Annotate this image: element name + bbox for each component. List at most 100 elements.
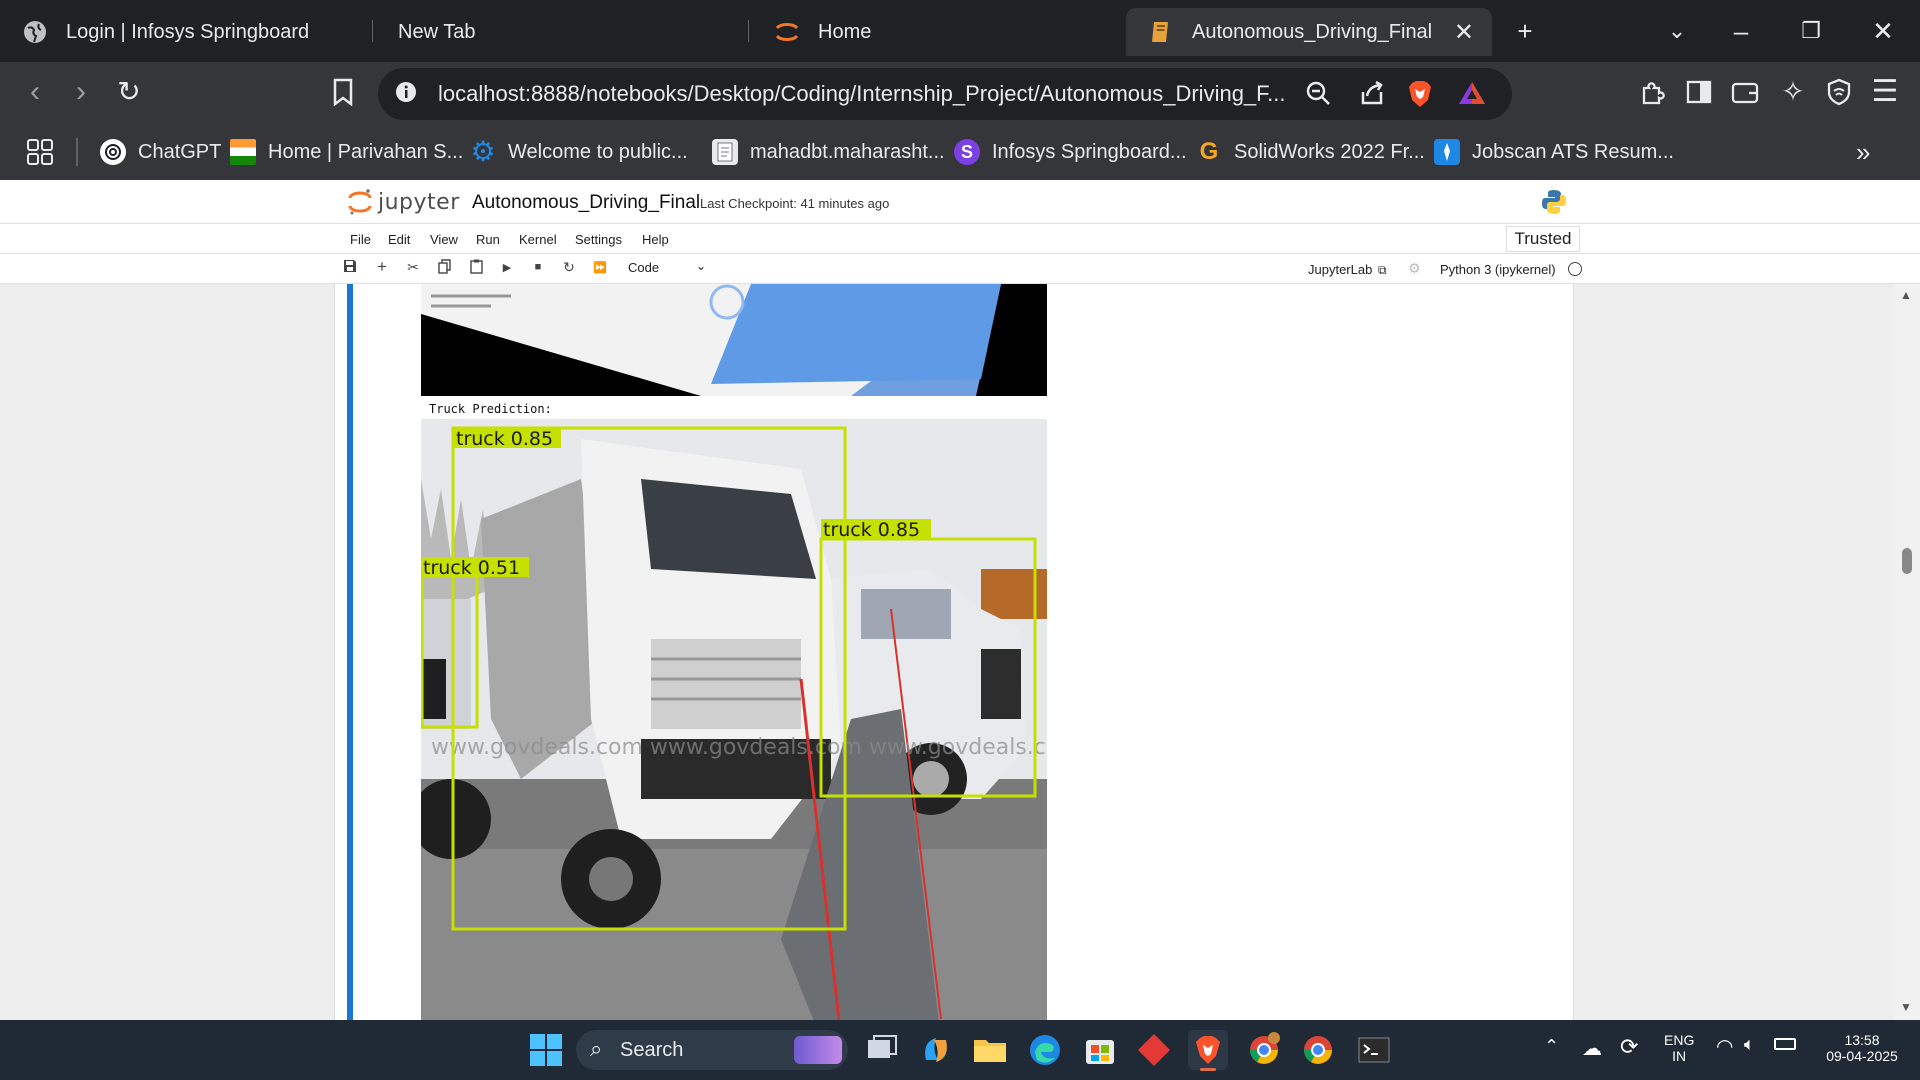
save-icon[interactable]: [340, 259, 360, 276]
language-indicator[interactable]: ENG IN: [1664, 1032, 1694, 1064]
tab-login-springboard[interactable]: Login | Infosys Springboard: [0, 8, 370, 56]
extensions-icon[interactable]: [1632, 72, 1674, 114]
stop-icon[interactable]: ■: [528, 261, 548, 273]
menu-kernel[interactable]: Kernel: [519, 232, 557, 247]
menu-run[interactable]: Run: [476, 232, 500, 247]
bookmark-solidworks[interactable]: G SolidWorks 2022 Fr...: [1196, 138, 1425, 166]
cut-icon[interactable]: ✂: [403, 259, 423, 276]
close-icon[interactable]: ✕: [1454, 18, 1474, 47]
bookmark-label: Infosys Springboard...: [992, 140, 1187, 163]
windows-taskbar: ⌕ Search ⌃ ☁ ⟳ ENG IN ◠ 🔈︎ 13:58 09-04-2…: [0, 1020, 1920, 1080]
bookmark-jobscan[interactable]: Jobscan ATS Resum...: [1434, 138, 1674, 166]
zoom-icon[interactable]: [1304, 80, 1332, 108]
chevron-down-icon[interactable]: ⌄: [696, 259, 706, 273]
menu-view[interactable]: View: [430, 232, 458, 247]
tab-new-tab[interactable]: New Tab: [376, 8, 746, 56]
notebook-area: Truck Prediction: www.govdeals.com www.g…: [0, 284, 1920, 1020]
task-view-icon[interactable]: [862, 1030, 902, 1070]
restore-icon[interactable]: ❐: [1788, 10, 1834, 52]
vpn-icon[interactable]: [1818, 72, 1860, 114]
tray-overflow-icon[interactable]: ⌃: [1544, 1036, 1559, 1057]
sync-icon[interactable]: ⟳: [1620, 1034, 1638, 1060]
menu-edit[interactable]: Edit: [388, 232, 410, 247]
notebook-title[interactable]: Autonomous_Driving_Final: [472, 192, 700, 214]
restart-icon[interactable]: ↻: [559, 259, 579, 276]
windows-start-icon[interactable]: [526, 1030, 566, 1070]
minimize-icon[interactable]: –: [1718, 10, 1764, 52]
reload-icon[interactable]: ↻: [108, 72, 150, 114]
trusted-indicator[interactable]: Trusted: [1506, 226, 1580, 252]
bookmark-label: mahadbt.maharasht...: [750, 140, 945, 163]
address-bar[interactable]: localhost:8888/notebooks/Desktop/Coding/…: [378, 68, 1512, 120]
checkpoint-status: Last Checkpoint: 41 minutes ago: [700, 196, 890, 211]
cell-type-select[interactable]: Code: [628, 260, 659, 275]
brave-rewards-icon[interactable]: [1458, 80, 1486, 108]
sidebar-icon[interactable]: [1678, 72, 1720, 114]
bookmark-parivahan[interactable]: Home | Parivahan S...: [230, 138, 463, 166]
clock[interactable]: 13:58 09-04-2025: [1812, 1032, 1912, 1064]
svg-text:www.govdeals.com www.govdeals.: www.govdeals.com www.govdeals.com www.go…: [431, 735, 1047, 760]
bookmark-chatgpt[interactable]: ChatGPT: [100, 138, 221, 166]
close-window-icon[interactable]: ✕: [1860, 10, 1906, 52]
more-bookmarks-icon[interactable]: »: [1856, 137, 1870, 167]
bookmark-public[interactable]: ⚙ Welcome to public...: [470, 138, 687, 166]
chrome-icon[interactable]: [1298, 1030, 1338, 1070]
run-icon[interactable]: ▶: [497, 261, 517, 274]
jupyter-logo[interactable]: jupyter: [348, 188, 460, 216]
file-explorer-icon[interactable]: [970, 1030, 1010, 1070]
onedrive-icon[interactable]: ☁: [1582, 1036, 1602, 1061]
brave-browser-icon[interactable]: [1188, 1030, 1228, 1071]
chrome-profile-icon[interactable]: [1244, 1030, 1284, 1070]
volume-icon[interactable]: 🔈︎: [1744, 1034, 1755, 1055]
kernel-name[interactable]: Python 3 (ipykernel): [1440, 262, 1556, 277]
microsoft-store-icon[interactable]: [1080, 1030, 1120, 1070]
taskbar-search[interactable]: ⌕ Search: [576, 1030, 848, 1070]
tab-autonomous-driving[interactable]: Autonomous_Driving_Final ✕: [1126, 8, 1492, 56]
scroll-down-icon[interactable]: ▼: [1900, 1000, 1912, 1014]
python-logo-icon: [1540, 188, 1568, 221]
wallet-icon[interactable]: [1724, 72, 1766, 114]
new-tab-icon[interactable]: +: [1502, 10, 1548, 52]
settings-gear-icon[interactable]: ⚙: [1408, 260, 1421, 277]
bookmark-divider: [76, 138, 78, 166]
search-icon: ⌕: [590, 1036, 603, 1061]
forward-icon[interactable]: ›: [60, 72, 102, 114]
jupyterlab-link[interactable]: JupyterLab ⧉: [1308, 262, 1387, 278]
red-diamond-app-icon[interactable]: [1134, 1030, 1174, 1070]
battery-icon[interactable]: [1774, 1038, 1796, 1050]
menu-settings[interactable]: Settings: [575, 232, 622, 247]
bookmarks-bar: ChatGPT Home | Parivahan S... ⚙ Welcome …: [0, 124, 1920, 180]
g-icon: G: [1199, 138, 1219, 165]
menu-file[interactable]: File: [350, 232, 371, 247]
scrollbar-thumb[interactable]: [1902, 548, 1912, 574]
terminal-icon[interactable]: [1354, 1030, 1394, 1070]
back-icon[interactable]: ‹: [14, 72, 56, 114]
browser-toolbar: ‹ › ↻ localhost:8888/notebooks/Desktop/C…: [0, 62, 1920, 124]
fast-forward-icon[interactable]: ⏩: [590, 261, 610, 274]
bookmark-icon[interactable]: [322, 72, 364, 114]
page-scrollbar[interactable]: ▲ ▼: [1894, 284, 1920, 1020]
bookmark-springboard[interactable]: S Infosys Springboard...: [954, 138, 1187, 166]
site-info-icon[interactable]: [392, 80, 420, 108]
springboard-icon: S: [954, 139, 980, 165]
brave-shield-icon[interactable]: [1406, 80, 1434, 108]
edge-icon[interactable]: [1025, 1030, 1065, 1070]
leo-ai-icon[interactable]: ✧: [1772, 72, 1814, 114]
chevron-down-icon[interactable]: ⌄: [1654, 10, 1700, 52]
add-cell-icon[interactable]: +: [372, 257, 392, 277]
scroll-up-icon[interactable]: ▲: [1900, 288, 1912, 302]
menu-help[interactable]: Help: [642, 232, 669, 247]
copy-icon[interactable]: [434, 259, 454, 277]
tab-home[interactable]: Home: [752, 8, 1122, 56]
copilot-icon[interactable]: [916, 1030, 956, 1070]
jupyter-logo-icon: [348, 189, 372, 215]
apps-grid-icon[interactable]: [26, 138, 54, 166]
bookmark-mahadbt[interactable]: mahadbt.maharasht...: [712, 138, 945, 166]
menu-icon[interactable]: ☰: [1864, 72, 1906, 114]
tab-title: New Tab: [398, 20, 476, 43]
paste-icon[interactable]: [466, 259, 486, 277]
share-icon[interactable]: [1358, 80, 1386, 108]
active-cell-indicator[interactable]: [347, 284, 353, 1020]
tab-title: Login | Infosys Springboard: [66, 20, 310, 43]
wifi-icon[interactable]: ◠: [1716, 1034, 1733, 1059]
